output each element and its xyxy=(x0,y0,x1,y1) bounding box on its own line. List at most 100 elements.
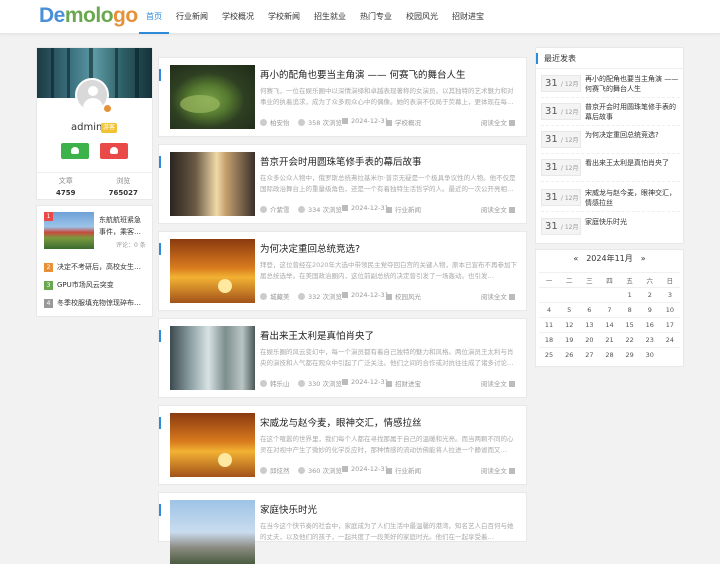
title-accent xyxy=(159,156,161,168)
hot-item-title[interactable]: 决定不考研后，高校女生… xyxy=(57,263,141,272)
post-author[interactable]: 柏安怡 xyxy=(270,119,290,127)
post-card: 再小的配角也要当主角演 —— 何赛飞的舞台人生 何赛飞，一位在娱乐圈中以深情演绎… xyxy=(158,57,527,137)
post-thumbnail[interactable] xyxy=(170,326,255,390)
hot-top-item[interactable]: 1 东航航班紧急事件，乘客… 评论：0 条 xyxy=(44,212,146,254)
recent-item[interactable]: 31 / 12月 为何决定重回总统竞选? xyxy=(541,128,680,154)
recent-date: 31 / 12月 xyxy=(541,131,581,148)
recent-heading: 最近发表 xyxy=(544,54,576,63)
hot-item-title[interactable]: GPU市场风云突变 xyxy=(57,281,114,290)
qq-button[interactable] xyxy=(100,143,128,159)
eye-icon xyxy=(298,119,305,126)
rank-badge: 4 xyxy=(44,299,53,308)
calendar-day: 4 xyxy=(539,302,560,318)
main-nav: 首页 行业新闻 学校概况 学校新闻 招生就业 热门专业 校园风光 招财进宝 xyxy=(139,0,491,34)
eye-icon xyxy=(298,467,305,474)
wechat-button[interactable] xyxy=(61,143,89,159)
recent-item[interactable]: 31 / 12月 看出来王太利是真怕肖央了 xyxy=(541,156,680,182)
post-views: 334 次浏览 xyxy=(308,206,342,214)
calendar-day xyxy=(599,287,620,303)
calendar-icon xyxy=(342,118,348,124)
eye-icon xyxy=(298,380,305,387)
recent-item[interactable]: 31 / 12月 家庭快乐时光 xyxy=(541,215,680,241)
calendar-header: « 2024年11月 » xyxy=(536,250,683,268)
site-header: Demologo 首页 行业新闻 学校概况 学校新闻 招生就业 热门专业 校园风… xyxy=(0,0,720,34)
hot-top-comments: 评论：0 条 xyxy=(116,242,146,249)
post-title[interactable]: 家庭快乐时光 xyxy=(260,502,317,516)
calendar-day: 26 xyxy=(559,347,580,363)
nav-item-school-overview[interactable]: 学校概况 xyxy=(215,0,261,34)
read-more-link[interactable]: 阅读全文 xyxy=(481,380,507,388)
post-category[interactable]: 行业新闻 xyxy=(395,206,421,214)
calendar-prev-button[interactable]: « xyxy=(573,254,578,263)
calendar-day xyxy=(579,287,600,303)
hot-item[interactable]: 2 决定不考研后，高校女生… xyxy=(44,263,148,276)
nav-item-campus[interactable]: 校园风光 xyxy=(399,0,445,34)
recent-date: 31 / 12月 xyxy=(541,103,581,120)
post-date: 2024-12-31 xyxy=(351,378,389,386)
calendar-day: 7 xyxy=(599,302,620,318)
nav-item-fortune[interactable]: 招财进宝 xyxy=(445,0,491,34)
read-more-link[interactable]: 阅读全文 xyxy=(481,293,507,301)
weekday-label: 六 xyxy=(639,272,660,288)
rank-badge: 2 xyxy=(44,263,53,272)
hot-item[interactable]: 4 冬季校服填充物惊现碎布… xyxy=(44,299,148,312)
title-accent xyxy=(159,417,161,429)
read-more-link[interactable]: 阅读全文 xyxy=(481,467,507,475)
recent-title[interactable]: 普京开会时用圆珠笔修手表的幕后故事 xyxy=(585,102,680,123)
post-title[interactable]: 普京开会时用圆珠笔修手表的幕后故事 xyxy=(260,154,422,168)
post-category[interactable]: 招财进宝 xyxy=(395,380,421,388)
post-excerpt: 在这个喧嚣的世界里，我们每个人都在寻找那属于自己的温暖和光亮。而当两颗不同的心灵… xyxy=(260,435,514,454)
doc-icon xyxy=(509,294,515,300)
calendar-day: 17 xyxy=(659,317,680,333)
post-thumbnail[interactable] xyxy=(170,413,255,477)
recent-item[interactable]: 31 / 12月 普京开会时用圆珠笔修手表的幕后故事 xyxy=(541,100,680,126)
calendar-day: 5 xyxy=(559,302,580,318)
post-category[interactable]: 校园风光 xyxy=(395,293,421,301)
post-thumbnail[interactable] xyxy=(170,500,255,564)
calendar-day: 19 xyxy=(559,332,580,348)
recent-title[interactable]: 宋威龙与赵今麦，眼神交汇，情感拉丝 xyxy=(585,188,680,209)
post-title[interactable]: 宋威龙与赵今麦，眼神交汇，情感拉丝 xyxy=(260,415,422,429)
recent-title[interactable]: 家庭快乐时光 xyxy=(585,217,680,238)
post-thumbnail[interactable] xyxy=(170,239,255,303)
read-more-link[interactable]: 阅读全文 xyxy=(481,206,507,214)
hot-item-title[interactable]: 冬季校服填充物惊现碎布… xyxy=(57,299,141,308)
user-role-badge: 游客 xyxy=(101,123,118,133)
post-category[interactable]: 学校概况 xyxy=(395,119,421,127)
calendar-next-button[interactable]: » xyxy=(641,254,646,263)
recent-title[interactable]: 看出来王太利是真怕肖央了 xyxy=(585,158,680,179)
weekday-label: 四 xyxy=(599,272,620,288)
post-thumbnail[interactable] xyxy=(170,152,255,216)
recent-header: 最近发表 xyxy=(536,48,683,69)
recent-item[interactable]: 31 / 12月 宋威龙与赵今麦，眼神交汇，情感拉丝 xyxy=(541,186,680,212)
post-author[interactable]: 介紫雪 xyxy=(270,206,290,214)
nav-item-majors[interactable]: 热门专业 xyxy=(353,0,399,34)
post-author[interactable]: 城藏美 xyxy=(270,293,290,301)
folder-icon xyxy=(386,468,392,474)
calendar-day: 27 xyxy=(579,347,600,363)
calendar-day: 30 xyxy=(639,347,660,363)
recent-title[interactable]: 再小的配角也要当主角演 —— 何赛飞的舞台人生 xyxy=(585,74,680,95)
read-more-link[interactable]: 阅读全文 xyxy=(481,119,507,127)
post-title[interactable]: 看出来王太利是真怕肖央了 xyxy=(260,328,374,342)
post-category[interactable]: 行业新闻 xyxy=(395,467,421,475)
nav-item-home[interactable]: 首页 xyxy=(139,0,169,34)
post-thumbnail[interactable] xyxy=(170,65,255,129)
folder-icon xyxy=(386,120,392,126)
site-logo[interactable]: Demologo xyxy=(39,4,138,28)
post-title[interactable]: 再小的配角也要当主角演 —— 何赛飞的舞台人生 xyxy=(260,67,466,81)
post-author[interactable]: 邱炫然 xyxy=(270,467,290,475)
recent-title[interactable]: 为何决定重回总统竞选? xyxy=(585,130,680,151)
recent-date: 31 / 12月 xyxy=(541,159,581,176)
calendar-day xyxy=(539,287,560,303)
post-views: 360 次浏览 xyxy=(308,467,342,475)
recent-item[interactable]: 31 / 12月 再小的配角也要当主角演 —— 何赛飞的舞台人生 xyxy=(541,72,680,98)
post-author[interactable]: 韩乐山 xyxy=(270,380,290,388)
nav-item-school-news[interactable]: 学校新闻 xyxy=(261,0,307,34)
nav-item-admissions[interactable]: 招生就业 xyxy=(307,0,353,34)
stat-views: 浏览 765027 xyxy=(108,177,138,197)
hot-top-title[interactable]: 东航航班紧急事件，乘客… xyxy=(99,214,147,238)
post-title[interactable]: 为何决定重回总统竞选? xyxy=(260,241,360,255)
hot-item[interactable]: 3 GPU市场风云突变 xyxy=(44,281,148,294)
nav-item-industry-news[interactable]: 行业新闻 xyxy=(169,0,215,34)
